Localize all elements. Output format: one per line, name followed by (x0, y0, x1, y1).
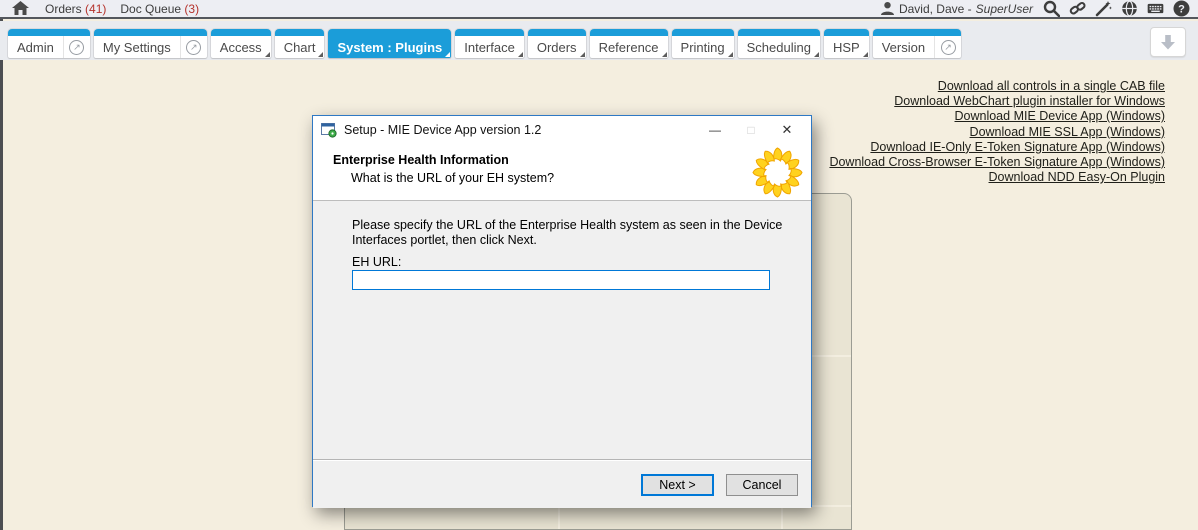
download-controls-button[interactable] (1150, 27, 1186, 57)
tab-admin[interactable]: Admin ↗ (8, 29, 90, 58)
dialog-instruction: Please specify the URL of the Enterprise… (352, 218, 784, 248)
tab-orders[interactable]: Orders (528, 29, 586, 58)
setup-dialog: Setup - MIE Device App version 1.2 — □ ✕… (312, 115, 812, 507)
download-link[interactable]: Download WebChart plugin installer for W… (829, 94, 1165, 109)
download-link[interactable]: Download NDD Easy-On Plugin (829, 170, 1165, 185)
dialog-subheading: What is the URL of your EH system? (351, 171, 554, 185)
tab-bar-tabs: Admin ↗ My Settings ↗ AccessChartSystem : Pl… (8, 29, 961, 58)
nav-orders-count: (41) (85, 2, 106, 16)
tab-label: System : Plugins (328, 36, 451, 58)
download-link[interactable]: Download MIE SSL App (Windows) (829, 125, 1165, 140)
portlet-divider (781, 507, 783, 529)
nav-orders[interactable]: Orders (41) (45, 2, 106, 16)
tab-label: Scheduling (738, 36, 820, 58)
tab-label: Interface (455, 36, 524, 58)
keyboard-icon[interactable] (1147, 0, 1164, 17)
tab-reference[interactable]: Reference (590, 29, 668, 58)
home-icon[interactable] (12, 1, 29, 16)
search-icon[interactable] (1043, 0, 1060, 17)
enterprise-health-logo-icon (749, 144, 806, 201)
arrow-up-right-icon: ↗ (186, 40, 201, 55)
maximize-button: □ (733, 116, 769, 143)
left-edge-strip (0, 19, 3, 530)
open-external-icon[interactable]: ↗ (180, 36, 207, 58)
tab-bar: Admin ↗ My Settings ↗ AccessChartSystem : Pl… (0, 21, 1198, 60)
user-role: SuperUser (976, 2, 1033, 16)
user-menu[interactable]: David, Dave - SuperUser (880, 1, 1033, 16)
tab-label: Orders (528, 36, 586, 58)
app-root: Orders (41) Doc Queue (3) David, Dave - … (0, 0, 1198, 530)
dialog-title: Setup - MIE Device App version 1.2 (344, 123, 697, 137)
tab-scheduling[interactable]: Scheduling (738, 29, 820, 58)
dialog-body: Please specify the URL of the Enterprise… (313, 202, 811, 459)
tab-label: Admin (8, 36, 63, 58)
svg-text:?: ? (1178, 3, 1185, 15)
close-button[interactable]: ✕ (769, 116, 805, 143)
tab-version[interactable]: Version ↗ (873, 29, 961, 58)
topbar-icon-group: ? (1043, 0, 1190, 17)
installer-icon (321, 122, 337, 138)
download-arrow-icon (1160, 34, 1176, 51)
portlet-divider (558, 507, 560, 529)
arrow-up-right-icon: ↗ (69, 40, 84, 55)
minimize-button[interactable]: — (697, 116, 733, 143)
nav-doc-queue-count: (3) (184, 2, 199, 16)
help-icon[interactable]: ? (1173, 0, 1190, 17)
tab-printing[interactable]: Printing (672, 29, 734, 58)
globe-icon[interactable] (1121, 0, 1138, 17)
nav-doc-queue[interactable]: Doc Queue (3) (120, 2, 199, 16)
tab-hsp[interactable]: HSP (824, 29, 869, 58)
tab-label: My Settings (94, 36, 180, 58)
open-external-icon[interactable]: ↗ (63, 36, 90, 58)
dialog-title-bar[interactable]: Setup - MIE Device App version 1.2 — □ ✕ (313, 116, 811, 143)
nav-doc-queue-label: Doc Queue (120, 2, 181, 16)
tab-label: Chart (275, 36, 325, 58)
download-link[interactable]: Download Cross-Browser E-Token Signature… (829, 155, 1165, 170)
download-link[interactable]: Download IE-Only E-Token Signature App (… (829, 140, 1165, 155)
tab-label: Printing (672, 36, 734, 58)
dialog-header: Enterprise Health Information What is th… (313, 143, 811, 201)
user-name: David, Dave - (899, 2, 972, 16)
open-external-icon[interactable]: ↗ (934, 36, 961, 58)
dialog-footer: Next > Cancel (313, 459, 811, 508)
arrow-up-right-icon: ↗ (941, 40, 956, 55)
tab-chart[interactable]: Chart (275, 29, 325, 58)
download-links: Download all controls in a single CAB fi… (829, 79, 1165, 185)
tab-system-plugins[interactable]: System : Plugins (328, 29, 451, 58)
tab-label: HSP (824, 36, 869, 58)
tab-label: Access (211, 36, 271, 58)
tab-label: Version (873, 36, 934, 58)
cancel-button[interactable]: Cancel (726, 474, 798, 496)
tab-interface[interactable]: Interface (455, 29, 524, 58)
tab-my-settings[interactable]: My Settings ↗ (94, 29, 207, 58)
tab-access[interactable]: Access (211, 29, 271, 58)
download-link[interactable]: Download all controls in a single CAB fi… (829, 79, 1165, 94)
user-icon (880, 1, 895, 16)
eh-url-label: EH URL: (352, 255, 401, 269)
nav-orders-label: Orders (45, 2, 82, 16)
wand-icon[interactable] (1095, 0, 1112, 17)
next-button[interactable]: Next > (641, 474, 714, 496)
tab-label: Reference (590, 36, 668, 58)
top-bar: Orders (41) Doc Queue (3) David, Dave - … (0, 0, 1198, 19)
dialog-heading: Enterprise Health Information (333, 153, 509, 167)
link-icon[interactable] (1069, 0, 1086, 17)
eh-url-input[interactable] (352, 270, 770, 290)
download-link[interactable]: Download MIE Device App (Windows) (829, 109, 1165, 124)
